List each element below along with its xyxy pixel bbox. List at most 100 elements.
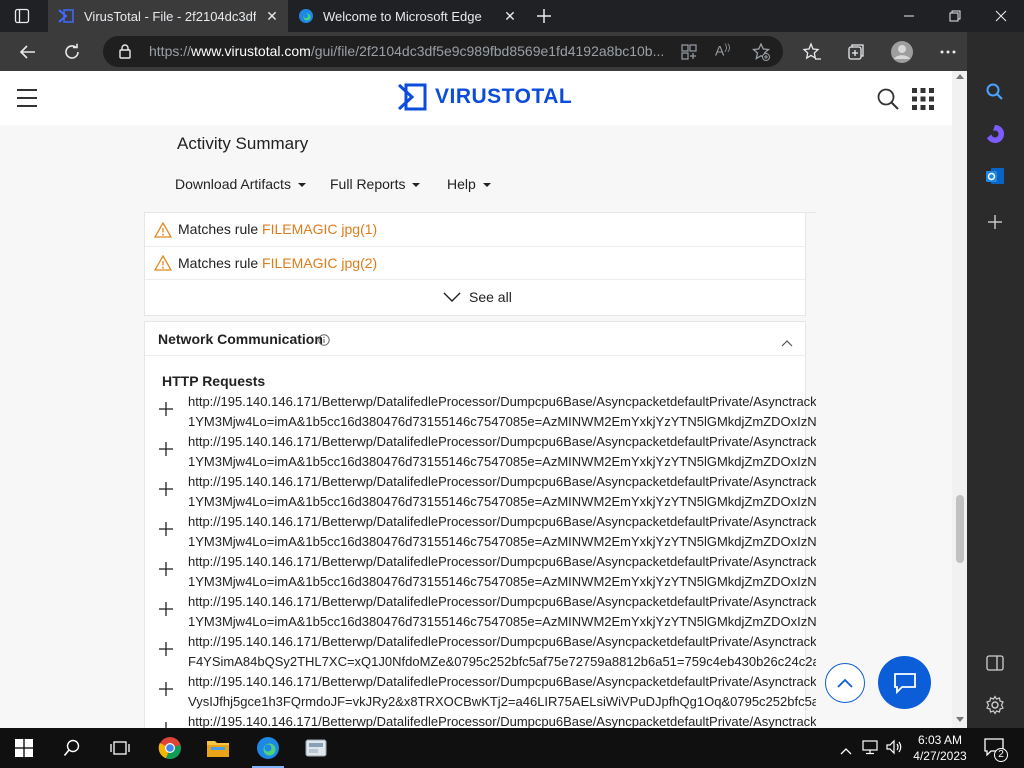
app-available-icon[interactable] [680,43,698,61]
show-hidden-icons-icon[interactable] [840,742,852,760]
chevron-up-icon[interactable] [781,334,793,347]
rule-link[interactable]: FILEMAGIC jpg(1) [262,221,377,237]
tab-edge-welcome[interactable]: Welcome to Microsoft Edge ✕ [288,0,528,32]
activity-summary-title: Activity Summary [177,134,309,153]
expand-plus-icon[interactable] [158,521,174,537]
apps-grid-icon[interactable] [911,87,935,111]
request-url-line[interactable]: http://195.140.146.171/Betterwp/Datalife… [188,714,816,728]
minimize-window-icon[interactable] [886,0,932,32]
copilot-sidebar-icon[interactable] [982,121,1008,147]
request-url-continued[interactable]: 1YM3Mjw4Lo=imA&1b5cc16d380476d73155146c7… [188,454,816,469]
add-favorite-icon[interactable] [751,42,771,62]
download-artifacts-dropdown[interactable]: Download Artifacts [175,176,306,192]
clock-date: 4/27/2023 [913,749,967,763]
expand-plus-icon[interactable] [158,601,174,617]
help-dropdown[interactable]: Help [447,176,491,192]
expand-plus-icon[interactable] [158,681,174,697]
feedback-chat-button[interactable] [878,656,931,709]
tab-virustotal[interactable]: VirusTotal - File - 2f2104dc3df5e ✕ [48,0,288,32]
info-icon[interactable] [318,333,330,346]
clock-time: 6:03 AM [917,733,963,747]
request-url-line[interactable]: http://195.140.146.171/Betterwp/Datalife… [188,474,816,489]
scroll-up-arrow-icon[interactable] [956,74,964,79]
address-bar[interactable]: https://www.virustotal.com/gui/file/2f21… [103,36,783,67]
request-url-line[interactable]: http://195.140.146.171/Betterwp/Datalife… [188,394,816,409]
request-url-continued[interactable]: 1YM3Mjw4Lo=imA&1b5cc16d380476d73155146c7… [188,534,816,549]
windows-taskbar: 6:03 AM 4/27/2023 2 [0,728,1024,768]
sidebar-settings-icon[interactable] [982,692,1008,718]
refresh-icon[interactable] [56,36,88,68]
virustotal-logo-text: VIRUSTOTAL [435,85,573,108]
virustotal-logo[interactable]: VIRUSTOTAL [397,83,572,111]
dropdown-label: Full Reports [330,176,406,192]
outlook-sidebar-icon[interactable] [982,163,1008,189]
expand-plus-icon[interactable] [158,641,174,657]
start-button-icon[interactable] [0,728,48,768]
rule-row: Matches rule FILEMAGIC jpg(1) [145,210,805,247]
taskbar-search-icon[interactable] [48,728,96,768]
full-reports-dropdown[interactable]: Full Reports [330,176,421,192]
warning-icon [153,254,173,274]
search-sidebar-icon[interactable] [982,79,1008,105]
network-icon[interactable] [861,739,879,760]
rule-link[interactable]: FILEMAGIC jpg(2) [262,255,377,271]
favorites-icon[interactable] [796,36,828,68]
request-url-continued[interactable]: 1YM3Mjw4Lo=imA&1b5cc16d380476d73155146c7… [188,414,816,429]
request-url-continued[interactable]: VysIJfhj5gce1h3FQrmdoJF=vkJRy2&x8TRXOCBw… [188,694,816,709]
request-url-line[interactable]: http://195.140.146.171/Betterwp/Datalife… [188,434,816,449]
expand-plus-icon[interactable] [158,721,174,728]
http-request-row: http://195.140.146.171/Betterwp/Datalife… [144,672,816,712]
scroll-to-top-button[interactable] [825,663,865,703]
page-viewport: VIRUSTOTAL Activity Summary Download Art… [0,71,952,728]
back-icon[interactable] [12,36,44,68]
address-bar-row: https://www.virustotal.com/gui/file/2f21… [0,32,1024,71]
scroll-down-arrow-icon[interactable] [956,717,964,722]
restore-window-icon[interactable] [932,0,978,32]
expand-plus-icon[interactable] [158,401,174,417]
hamburger-menu-icon[interactable] [0,71,54,125]
expand-plus-icon[interactable] [158,481,174,497]
http-request-row: http://195.140.146.171/Betterwp/Datalife… [144,552,816,592]
rule-row: Matches rule FILEMAGIC jpg(2) [145,247,805,280]
see-all-button[interactable]: See all [443,286,512,308]
network-communication-header[interactable]: Network Communication [145,322,805,356]
volume-icon[interactable] [885,739,903,760]
collections-icon[interactable] [840,36,872,68]
notification-center-icon[interactable]: 2 [984,738,1008,762]
request-url-line[interactable]: http://195.140.146.171/Betterwp/Datalife… [188,554,816,569]
app-taskbar-icon[interactable] [292,728,340,768]
request-url-continued[interactable]: 1YM3Mjw4Lo=imA&1b5cc16d380476d73155146c7… [188,574,816,589]
request-url-line[interactable]: http://195.140.146.171/Betterwp/Datalife… [188,634,816,649]
request-url-continued[interactable]: 1YM3Mjw4Lo=imA&1b5cc16d380476d73155146c7… [188,614,816,629]
edge-favicon-icon [298,8,314,24]
close-tab-icon[interactable]: ✕ [502,8,518,24]
chrome-taskbar-icon[interactable] [146,728,194,768]
file-explorer-taskbar-icon[interactable] [194,728,242,768]
request-url-line[interactable]: http://195.140.146.171/Betterwp/Datalife… [188,674,816,689]
url-text[interactable]: https://www.virustotal.com/gui/file/2f21… [149,43,674,59]
close-window-icon[interactable] [978,0,1024,32]
task-view-icon[interactable] [96,728,144,768]
taskbar-clock[interactable]: 6:03 AM 4/27/2023 [905,732,975,764]
add-sidebar-app-icon[interactable] [982,209,1008,235]
expand-plus-icon[interactable] [158,561,174,577]
edge-taskbar-icon[interactable] [244,728,292,768]
new-tab-icon[interactable] [534,6,554,26]
chat-icon [893,672,916,694]
read-aloud-icon[interactable]: A)) [715,42,735,62]
request-url-continued[interactable]: F4YSimA84bQSy2THL7XC=xQ1J0NfdoMZe&0795c2… [188,654,816,669]
close-tab-icon[interactable]: ✕ [264,8,280,24]
request-url-continued[interactable]: 1YM3Mjw4Lo=imA&1b5cc16d380476d73155146c7… [188,494,816,509]
lock-icon[interactable] [118,44,132,59]
scrollbar-thumb[interactable] [956,495,964,563]
hide-sidebar-icon[interactable] [982,650,1008,676]
tab-actions-icon[interactable] [14,8,30,24]
request-url-line[interactable]: http://195.140.146.171/Betterwp/Datalife… [188,594,816,609]
expand-plus-icon[interactable] [158,441,174,457]
settings-more-icon[interactable] [932,36,964,68]
profile-avatar-icon[interactable] [886,36,918,68]
search-icon[interactable] [876,87,900,111]
rule-prefix: Matches rule [178,255,259,271]
page-scrollbar[interactable] [952,71,967,728]
request-url-line[interactable]: http://195.140.146.171/Betterwp/Datalife… [188,514,816,529]
